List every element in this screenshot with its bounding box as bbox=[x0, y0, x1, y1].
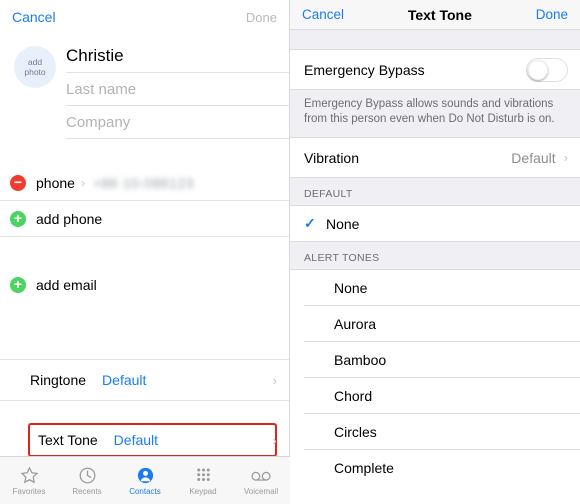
vibration-row[interactable]: Vibration Default › bbox=[290, 138, 580, 178]
chevron-right-icon: › bbox=[563, 150, 568, 165]
left-screen-new-contact: Cancel Done add photo Christie Last name… bbox=[0, 0, 290, 504]
voicemail-icon bbox=[250, 465, 272, 485]
add-photo-button[interactable]: add photo bbox=[14, 46, 56, 88]
emergency-bypass-row[interactable]: Emergency Bypass bbox=[290, 50, 580, 90]
list-item[interactable]: Chord bbox=[290, 378, 580, 413]
clock-icon bbox=[78, 465, 97, 485]
add-icon[interactable]: + bbox=[10, 210, 26, 227]
chevron-right-icon: › bbox=[272, 433, 277, 448]
phone-label: phone bbox=[36, 174, 75, 191]
tab-keypad[interactable]: Keypad bbox=[174, 457, 232, 504]
list-item-label: None bbox=[326, 215, 360, 232]
ringtone-row[interactable]: Ringtone Default › bbox=[0, 359, 289, 401]
emergency-bypass-toggle[interactable] bbox=[526, 57, 568, 82]
tab-voicemail[interactable]: Voicemail bbox=[232, 457, 290, 504]
ringtone-label: Ringtone bbox=[30, 372, 87, 388]
remove-icon[interactable]: − bbox=[10, 174, 26, 191]
ringtone-value: Default bbox=[102, 372, 147, 388]
tab-bar: Favorites Recents Contacts Keypad Voicem… bbox=[0, 456, 290, 504]
spacer-between-phone-email bbox=[0, 237, 289, 267]
list-item-label: Aurora bbox=[334, 315, 377, 332]
list-item[interactable]: Complete bbox=[290, 450, 580, 485]
list-item[interactable]: None bbox=[290, 270, 580, 305]
list-item-label: None bbox=[334, 279, 368, 296]
chevron-right-icon: › bbox=[272, 372, 277, 388]
list-item-label: Circles bbox=[334, 423, 377, 440]
company-field[interactable]: Company bbox=[66, 106, 289, 139]
vibration-label: Vibration bbox=[304, 149, 360, 166]
emergency-bypass-note: Emergency Bypass allows sounds and vibra… bbox=[290, 90, 580, 138]
left-navigation-bar: Cancel Done bbox=[0, 0, 289, 34]
contact-header: add photo Christie Last name Company bbox=[0, 34, 289, 139]
top-spacer bbox=[290, 30, 580, 50]
name-fields: Christie Last name Company bbox=[66, 40, 289, 139]
list-item[interactable]: Bamboo bbox=[290, 342, 580, 377]
phone-number-value[interactable]: +86 10-086123 bbox=[93, 175, 194, 191]
add-photo-line1: add bbox=[27, 57, 43, 67]
toggle-knob bbox=[528, 59, 548, 80]
add-phone-row[interactable]: + add phone bbox=[0, 201, 289, 237]
add-email-row[interactable]: + add email bbox=[0, 267, 289, 303]
first-name-field[interactable]: Christie bbox=[66, 40, 289, 73]
keypad-icon bbox=[194, 465, 213, 485]
tab-recents[interactable]: Recents bbox=[58, 457, 116, 504]
tab-label: Recents bbox=[72, 487, 102, 496]
done-button[interactable]: Done bbox=[246, 10, 277, 25]
done-button[interactable]: Done bbox=[536, 7, 568, 22]
spacer-before-ringtone bbox=[0, 303, 289, 359]
screenshot-root: Cancel Done add photo Christie Last name… bbox=[0, 0, 580, 504]
chevron-right-icon: › bbox=[80, 175, 85, 190]
list-item-label: Complete bbox=[334, 459, 394, 476]
vibration-value: Default bbox=[511, 149, 556, 166]
default-tone-none[interactable]: ✓ None bbox=[290, 206, 580, 241]
page-title: Text Tone bbox=[407, 6, 472, 23]
tab-label: Keypad bbox=[189, 487, 217, 496]
tab-contacts[interactable]: Contacts bbox=[116, 457, 174, 504]
add-icon[interactable]: + bbox=[10, 277, 26, 293]
text-tone-label: Text Tone bbox=[38, 432, 98, 448]
check-icon: ✓ bbox=[304, 215, 316, 231]
add-phone-label: add phone bbox=[36, 210, 103, 227]
list-item-label: Bamboo bbox=[334, 351, 387, 368]
text-tone-value: Default bbox=[113, 432, 159, 448]
last-name-field[interactable]: Last name bbox=[66, 73, 289, 106]
right-navigation-bar: Cancel Text Tone Done bbox=[290, 0, 580, 30]
cancel-button[interactable]: Cancel bbox=[12, 9, 56, 25]
default-section-header: DEFAULT bbox=[290, 178, 580, 206]
list-item[interactable]: Aurora bbox=[290, 306, 580, 341]
star-icon bbox=[20, 465, 39, 485]
right-screen-text-tone: Cancel Text Tone Done Emergency Bypass E… bbox=[290, 0, 580, 504]
tab-label: Contacts bbox=[129, 487, 161, 496]
list-item[interactable]: Circles bbox=[290, 414, 580, 449]
contacts-icon bbox=[136, 465, 155, 485]
add-photo-line2: photo bbox=[24, 67, 46, 77]
phone-row[interactable]: − phone › +86 10-086123 bbox=[0, 165, 289, 201]
emergency-bypass-label: Emergency Bypass bbox=[304, 61, 425, 78]
tab-favorites[interactable]: Favorites bbox=[0, 457, 58, 504]
add-email-label: add email bbox=[36, 277, 97, 293]
cancel-button[interactable]: Cancel bbox=[302, 7, 344, 22]
text-tone-row-highlighted[interactable]: Text Tone Default bbox=[28, 423, 277, 457]
spacer-after-name bbox=[0, 139, 289, 165]
tab-label: Favorites bbox=[12, 487, 46, 496]
list-item-label: Chord bbox=[334, 387, 373, 404]
tab-label: Voicemail bbox=[243, 487, 279, 496]
alert-tones-section-header: ALERT TONES bbox=[290, 242, 580, 270]
